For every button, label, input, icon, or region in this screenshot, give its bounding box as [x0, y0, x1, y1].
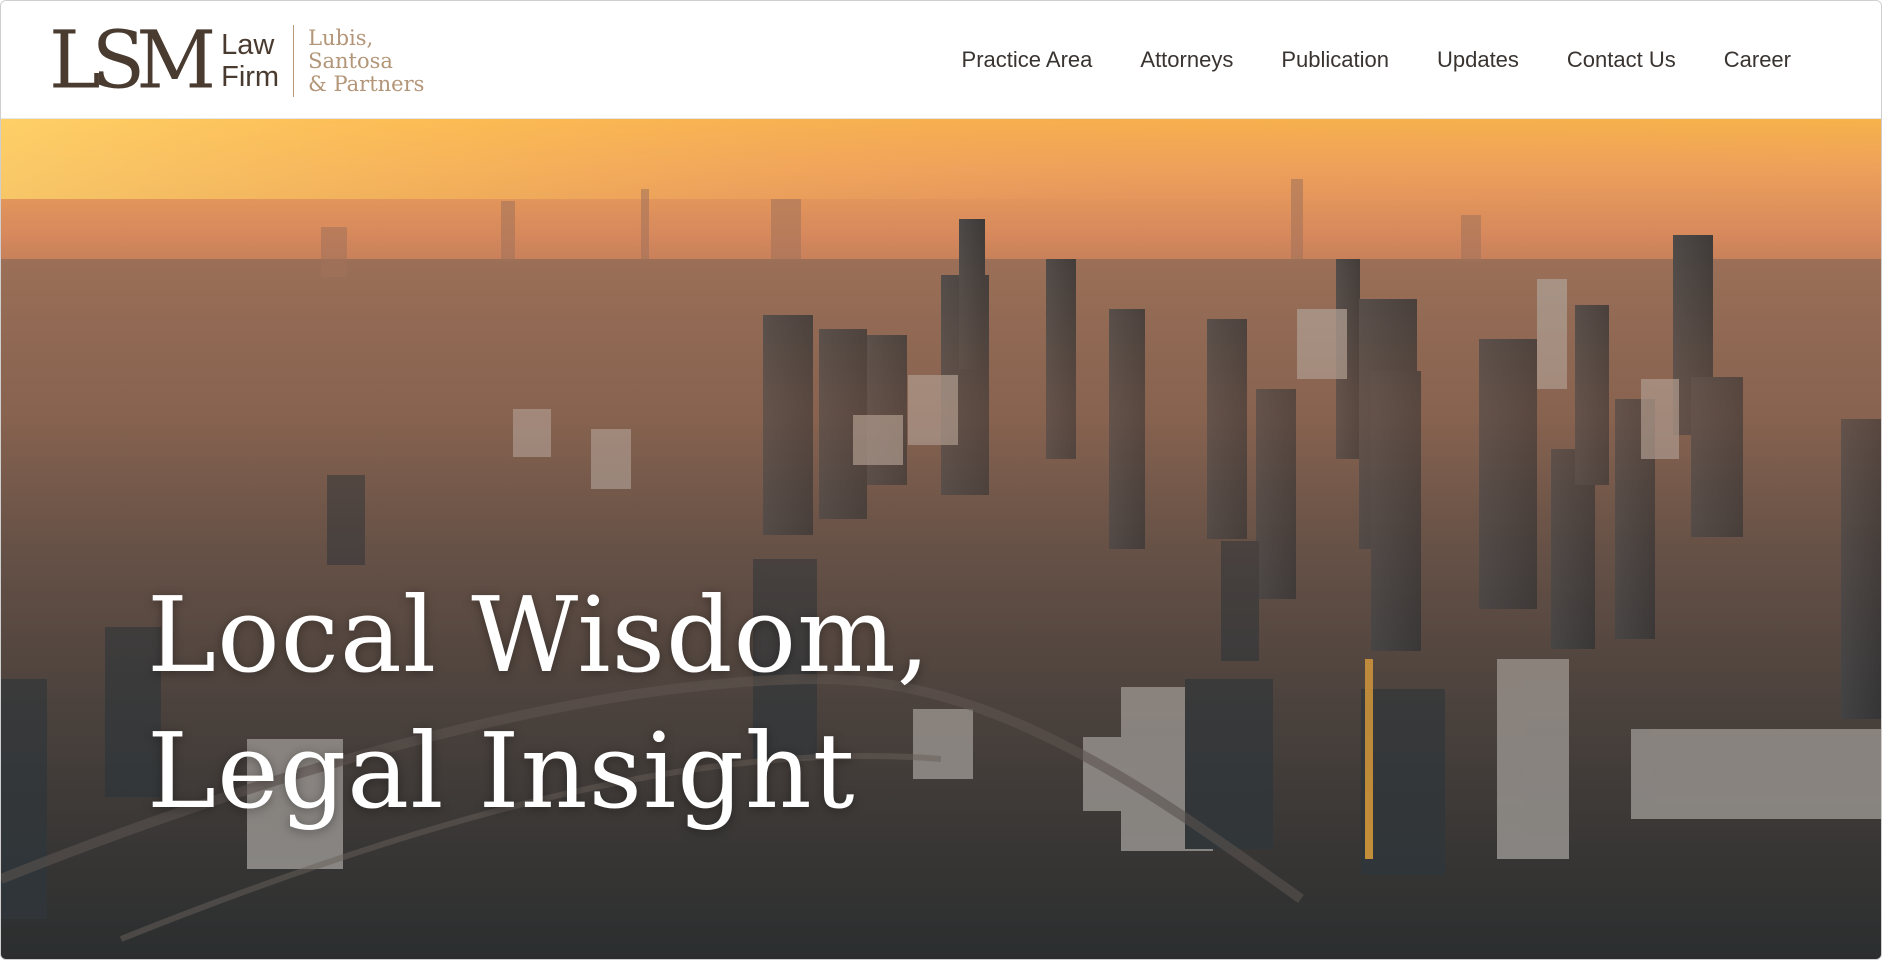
- logo-partners-text: & Partners: [308, 71, 425, 96]
- logo-firm-text: Firm: [221, 61, 280, 93]
- logo-partner-lubis: Lubis,: [308, 25, 374, 50]
- logo-law-text: Law: [221, 29, 275, 61]
- nav-attorneys[interactable]: Attorneys: [1140, 47, 1233, 73]
- hero-headline: Local Wisdom, Legal Insight: [147, 567, 931, 839]
- hero-headline-line2: Legal Insight: [147, 710, 856, 832]
- nav-publication[interactable]: Publication: [1281, 47, 1389, 73]
- logo-partner-santosa: Santosa: [308, 48, 393, 73]
- main-nav: Practice Area Attorneys Publication Upda…: [962, 1, 1791, 119]
- hero-banner: Local Wisdom, Legal Insight: [1, 119, 1881, 959]
- nav-contact-us[interactable]: Contact Us: [1567, 47, 1676, 73]
- nav-practice-area[interactable]: Practice Area: [962, 47, 1093, 73]
- hero-headline-line1: Local Wisdom,: [147, 574, 931, 696]
- logo-law-firm: Law Firm: [221, 25, 295, 97]
- logo-partners: Lubis, Santosa & Partners: [294, 25, 425, 96]
- site-logo[interactable]: LSM Law Firm Lubis, Santosa & Partners: [49, 21, 424, 101]
- logo-mark: LSM: [49, 15, 216, 107]
- site-header: LSM Law Firm Lubis, Santosa & Partners P…: [1, 1, 1881, 119]
- nav-career[interactable]: Career: [1724, 47, 1791, 73]
- nav-updates[interactable]: Updates: [1437, 47, 1519, 73]
- page: LSM Law Firm Lubis, Santosa & Partners P…: [0, 0, 1882, 960]
